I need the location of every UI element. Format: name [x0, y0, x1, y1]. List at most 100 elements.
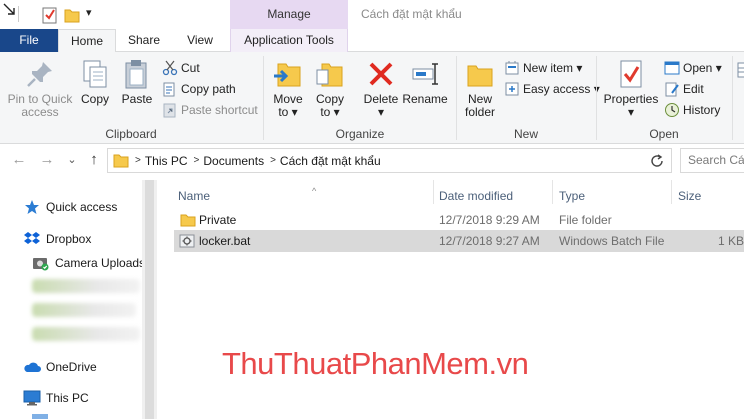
new-item-button[interactable]: New item ▾	[504, 58, 582, 78]
navigation-bar: ← → ⌄ ↑ > This PC > Documents > Cách đặt…	[0, 145, 744, 176]
watermark-part1: ThuThuat	[222, 346, 351, 381]
nav-item-label: Camera Uploads	[55, 256, 146, 270]
copy-path-button[interactable]: Copy path	[162, 79, 236, 99]
nav-item-camera-uploads[interactable]: Camera Uploads	[32, 253, 145, 273]
copy-to-line2: to ▾	[320, 105, 340, 119]
column-header-size[interactable]: Size	[672, 182, 744, 210]
tab-home[interactable]: Home	[58, 29, 116, 53]
nav-item-label: Quick access	[46, 200, 118, 214]
properties-qat-icon[interactable]	[42, 6, 58, 27]
tab-share[interactable]: Share	[118, 29, 170, 52]
paste-label: Paste	[121, 92, 153, 106]
breadcrumb-chevron[interactable]: >	[135, 155, 141, 166]
breadcrumb-this-pc[interactable]: This PC	[145, 154, 188, 168]
rename-label: Rename	[402, 92, 448, 106]
search-input[interactable]: Search Các	[680, 148, 744, 173]
easy-access-button[interactable]: Easy access ▾	[504, 79, 600, 99]
new-folder-button[interactable]: New folder	[460, 58, 500, 119]
nav-item-this-pc[interactable]: This PC	[23, 388, 89, 408]
copy-button[interactable]: Copy	[78, 58, 112, 106]
rename-button[interactable]: Rename	[402, 58, 448, 106]
move-to-line2: to ▾	[278, 105, 298, 119]
ribbon-tabs: File Home Share View Application Tools	[0, 29, 744, 53]
nav-item-quick-access[interactable]: Quick access	[23, 197, 117, 217]
dropbox-icon	[23, 231, 41, 247]
breadcrumb-current-folder[interactable]: Cách đặt mật khẩu	[280, 154, 381, 168]
recent-locations-dropdown[interactable]: ⌄	[62, 150, 82, 170]
copy-to-button[interactable]: Copy to ▾	[312, 58, 348, 119]
scissors-icon	[162, 60, 178, 76]
move-to-folder-icon	[272, 58, 304, 90]
edit-label: Edit	[683, 82, 704, 96]
file-row-private[interactable]: Private 12/7/2018 9:29 AM File folder	[174, 209, 744, 231]
breadcrumb-documents[interactable]: Documents	[203, 154, 264, 168]
nav-item-label: OneDrive	[46, 360, 97, 374]
watermark-part2: PhanMem	[350, 346, 489, 381]
file-name: locker.bat	[199, 234, 251, 248]
clipboard-group-label: Clipboard	[105, 127, 157, 141]
camera-folder-icon	[32, 255, 50, 271]
cut-label: Cut	[181, 61, 200, 75]
edit-button[interactable]: Edit	[664, 79, 704, 99]
new-item-label: New item ▾	[523, 61, 583, 75]
title-bar: ▾ Manage Cách đặt mật khẩu	[0, 0, 744, 29]
clipboard-paste-icon	[121, 58, 153, 90]
column-header-type[interactable]: Type	[553, 182, 671, 210]
properties-button[interactable]: Properties ▾	[600, 58, 662, 119]
pin-label-line2: access	[21, 105, 59, 119]
open-group-label: Open	[649, 127, 679, 141]
batch-file-icon	[179, 233, 195, 249]
watermark: ThuThuatPhanMem.vn	[222, 346, 529, 382]
breadcrumb-chevron[interactable]: >	[194, 155, 200, 166]
new-folder-icon	[464, 58, 496, 90]
paste-shortcut-button[interactable]: Paste shortcut	[162, 100, 258, 120]
address-bar[interactable]: > This PC > Documents > Cách đặt mật khẩ…	[107, 148, 672, 173]
cloud-icon	[23, 359, 41, 375]
file-size: 1 KB	[717, 234, 744, 248]
history-label: History	[683, 103, 721, 117]
move-to-button[interactable]: Move to ▾	[270, 58, 306, 119]
forward-button[interactable]: →	[37, 150, 57, 170]
delete-button[interactable]: Delete ▾	[362, 58, 400, 119]
tab-file[interactable]: File	[0, 29, 58, 52]
qat-separator	[18, 6, 19, 22]
watermark-part3: .vn	[488, 346, 529, 381]
tab-application-tools[interactable]: Application Tools	[230, 29, 348, 52]
star-icon	[23, 199, 41, 215]
paste-button[interactable]: Paste	[118, 58, 156, 106]
copy-label: Copy	[80, 92, 109, 106]
file-row-locker-bat[interactable]: locker.bat 12/7/2018 9:27 AM Windows Bat…	[174, 230, 744, 252]
computer-icon	[23, 390, 41, 406]
open-label: Open ▾	[683, 61, 722, 75]
cut-button[interactable]: Cut	[162, 58, 200, 78]
file-list: Name ^ Date modified Type Size Private 1…	[158, 176, 744, 419]
breadcrumb-chevron[interactable]: >	[270, 155, 276, 166]
select-all-button[interactable]	[737, 60, 744, 80]
refresh-icon[interactable]	[649, 153, 665, 172]
new-folder-qat-icon[interactable]	[64, 7, 80, 26]
open-button[interactable]: Open ▾	[664, 58, 722, 78]
rename-icon	[409, 58, 441, 90]
column-header-name[interactable]: Name ^	[172, 182, 432, 210]
column-header-date-modified[interactable]: Date modified	[433, 182, 552, 210]
file-date-modified: 12/7/2018 9:29 AM	[439, 213, 540, 227]
new-group-label: New	[513, 127, 538, 141]
tab-view[interactable]: View	[172, 29, 228, 52]
history-button[interactable]: History	[664, 100, 720, 120]
navigation-pane: Quick access Dropbox Camera Uploads OneD…	[0, 176, 158, 419]
qat-customize-dropdown[interactable]: ▾	[86, 6, 92, 19]
delete-line2: ▾	[377, 105, 385, 119]
nav-scrollbar[interactable]	[142, 180, 157, 419]
back-button[interactable]: ←	[9, 150, 29, 170]
pin-to-quick-access-button[interactable]: Pin to Quick access	[4, 58, 76, 119]
nav-scrollbar-thumb[interactable]	[145, 180, 154, 419]
ribbon-home: Pin to Quick access Copy Paste Cut Copy …	[0, 52, 744, 144]
nav-item-onedrive[interactable]: OneDrive	[23, 357, 97, 377]
nav-item-dropbox[interactable]: Dropbox	[23, 229, 91, 249]
up-button[interactable]: ↑	[84, 150, 104, 170]
properties-check-icon	[615, 58, 647, 90]
history-clock-icon	[664, 102, 680, 118]
organize-group-label: Organize	[335, 127, 385, 141]
window-title: Cách đặt mật khẩu	[361, 7, 462, 21]
app-menu-icon[interactable]	[2, 2, 16, 19]
